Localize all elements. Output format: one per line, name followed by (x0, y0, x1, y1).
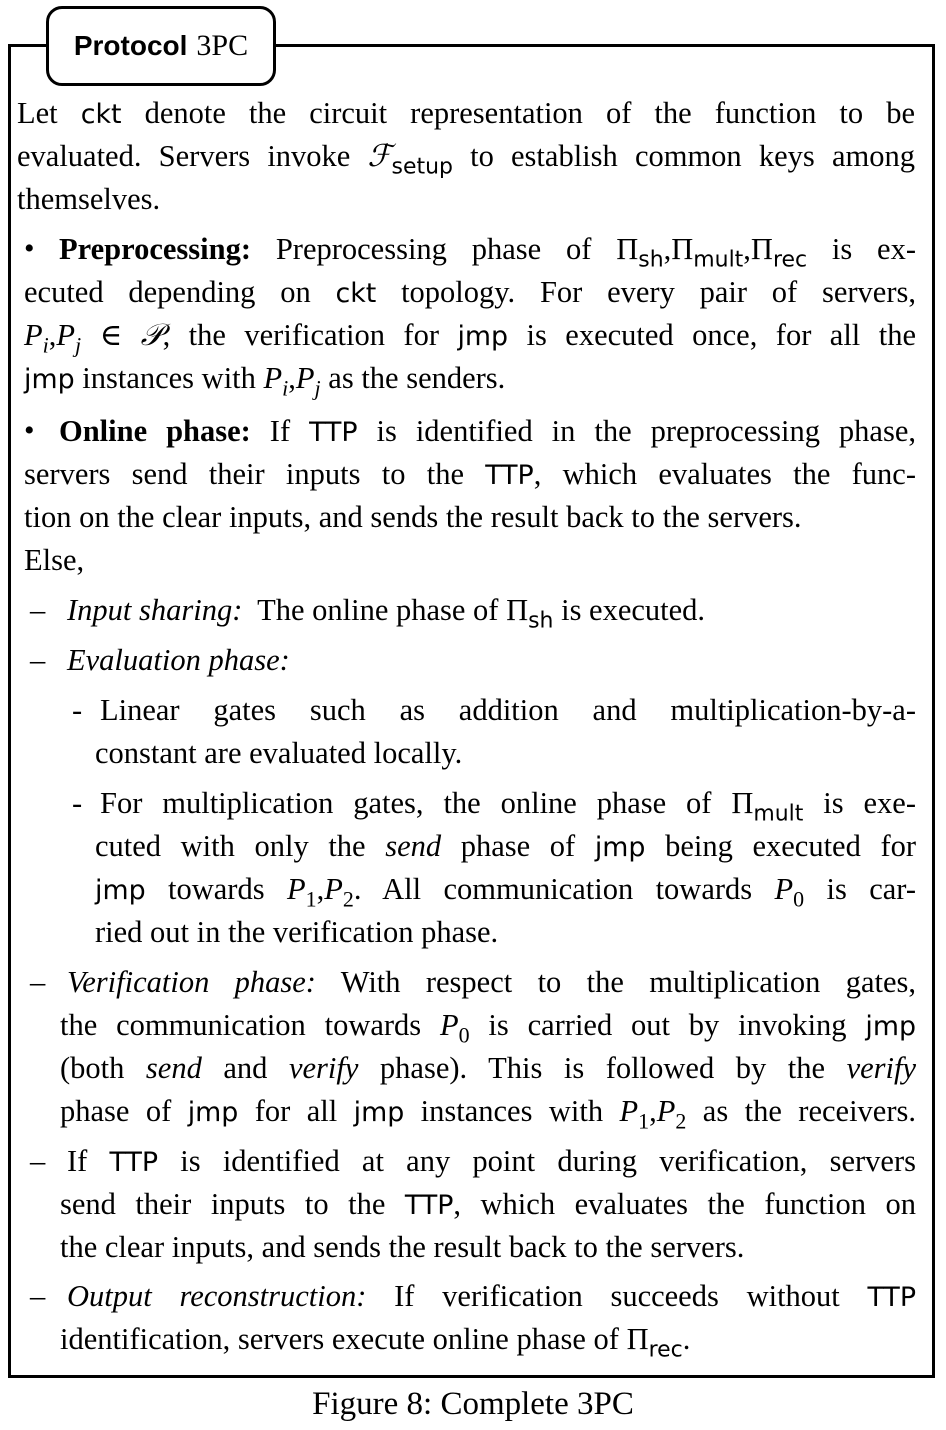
figure-label: Figure 8: (312, 1386, 433, 1422)
figure-caption: Figure 8: Complete 3PC (0, 1388, 946, 1421)
mult-gates-line-1: For multiplication gates, the online pha… (100, 786, 916, 827)
intro-line-2: evaluated. Servers invoke ℱsetup to esta… (17, 139, 915, 180)
dash-icon: – (30, 643, 46, 677)
online-line-2: servers send their inputs to the TTP, wh… (24, 457, 916, 491)
intro-line-1: Let ckt denote the circuit representatio… (17, 96, 915, 130)
online-line-4: Else, (24, 543, 85, 577)
dash-icon: – (30, 1279, 46, 1313)
protocol-title-tab: Protocol 3PC (46, 6, 276, 86)
bullet-icon: • (24, 232, 35, 265)
preprocessing-line-1: Preprocessing: Preprocessing phase of Πs… (59, 232, 916, 273)
figure-title: Complete 3PC (440, 1386, 634, 1422)
sub-dash-icon: - (72, 693, 83, 727)
verification-line-1: Verification phase: With respect to the … (67, 965, 916, 999)
protocol-name: 3PC (196, 29, 249, 62)
ttp-line-1: If TTP is identified at any point during… (67, 1144, 916, 1178)
online-line-3: tion on the clear inputs, and sends the … (24, 500, 802, 534)
verification-line-2: the communication towards P0 is carried … (60, 1008, 916, 1048)
mult-gates-line-4: ried out in the verification phase. (95, 915, 499, 949)
intro-line-3: themselves. (17, 182, 161, 216)
evaluation-heading: Evaluation phase: (67, 643, 290, 677)
mult-gates-line-2: cuted with only the send phase of jmp be… (95, 829, 917, 863)
input-sharing-heading: Input sharing: (67, 593, 243, 627)
online-line-1: Online phase: If TTP is identified in th… (59, 414, 916, 448)
output-line-2: identification, servers execute online p… (60, 1322, 691, 1363)
linear-gates-line-1: Linear gates such as addition and multip… (100, 693, 916, 727)
dash-icon: – (30, 593, 46, 627)
preprocessing-heading: Preprocessing: (59, 232, 252, 266)
ttp-line-3: the clear inputs, and sends the result b… (60, 1230, 745, 1264)
verification-heading: Verification phase: (67, 965, 316, 999)
output-line-1: Output reconstruction: If verification s… (67, 1279, 916, 1313)
protocol-label: Protocol (73, 30, 188, 61)
mult-gates-line-3: jmp towards P1,P2. All communication tow… (95, 872, 916, 912)
verification-line-3: (both send and verify phase). This is fo… (60, 1051, 916, 1085)
output-heading: Output reconstruction: (67, 1279, 367, 1313)
bullet-icon: • (24, 414, 35, 447)
preprocessing-line-3: Pi,Pj ∈ 𝒫, the verification for jmp is e… (24, 318, 916, 358)
dash-icon: – (30, 965, 46, 999)
preprocessing-line-2: ecuted depending on ckt topology. For ev… (24, 275, 916, 309)
input-sharing-line: Input sharing: The online phase of Πsh i… (67, 593, 706, 634)
linear-gates-line-2: constant are evaluated locally. (95, 736, 463, 770)
ttp-line-2: send their inputs to the TTP, which eval… (60, 1187, 916, 1221)
verification-line-4: phase of jmp for all jmp instances with … (60, 1094, 916, 1134)
sub-dash-icon: - (72, 786, 83, 820)
preprocessing-line-4: jmp instances with Pi,Pj as the senders. (24, 361, 506, 401)
dash-icon: – (30, 1144, 46, 1178)
online-heading: Online phase: (59, 414, 251, 448)
